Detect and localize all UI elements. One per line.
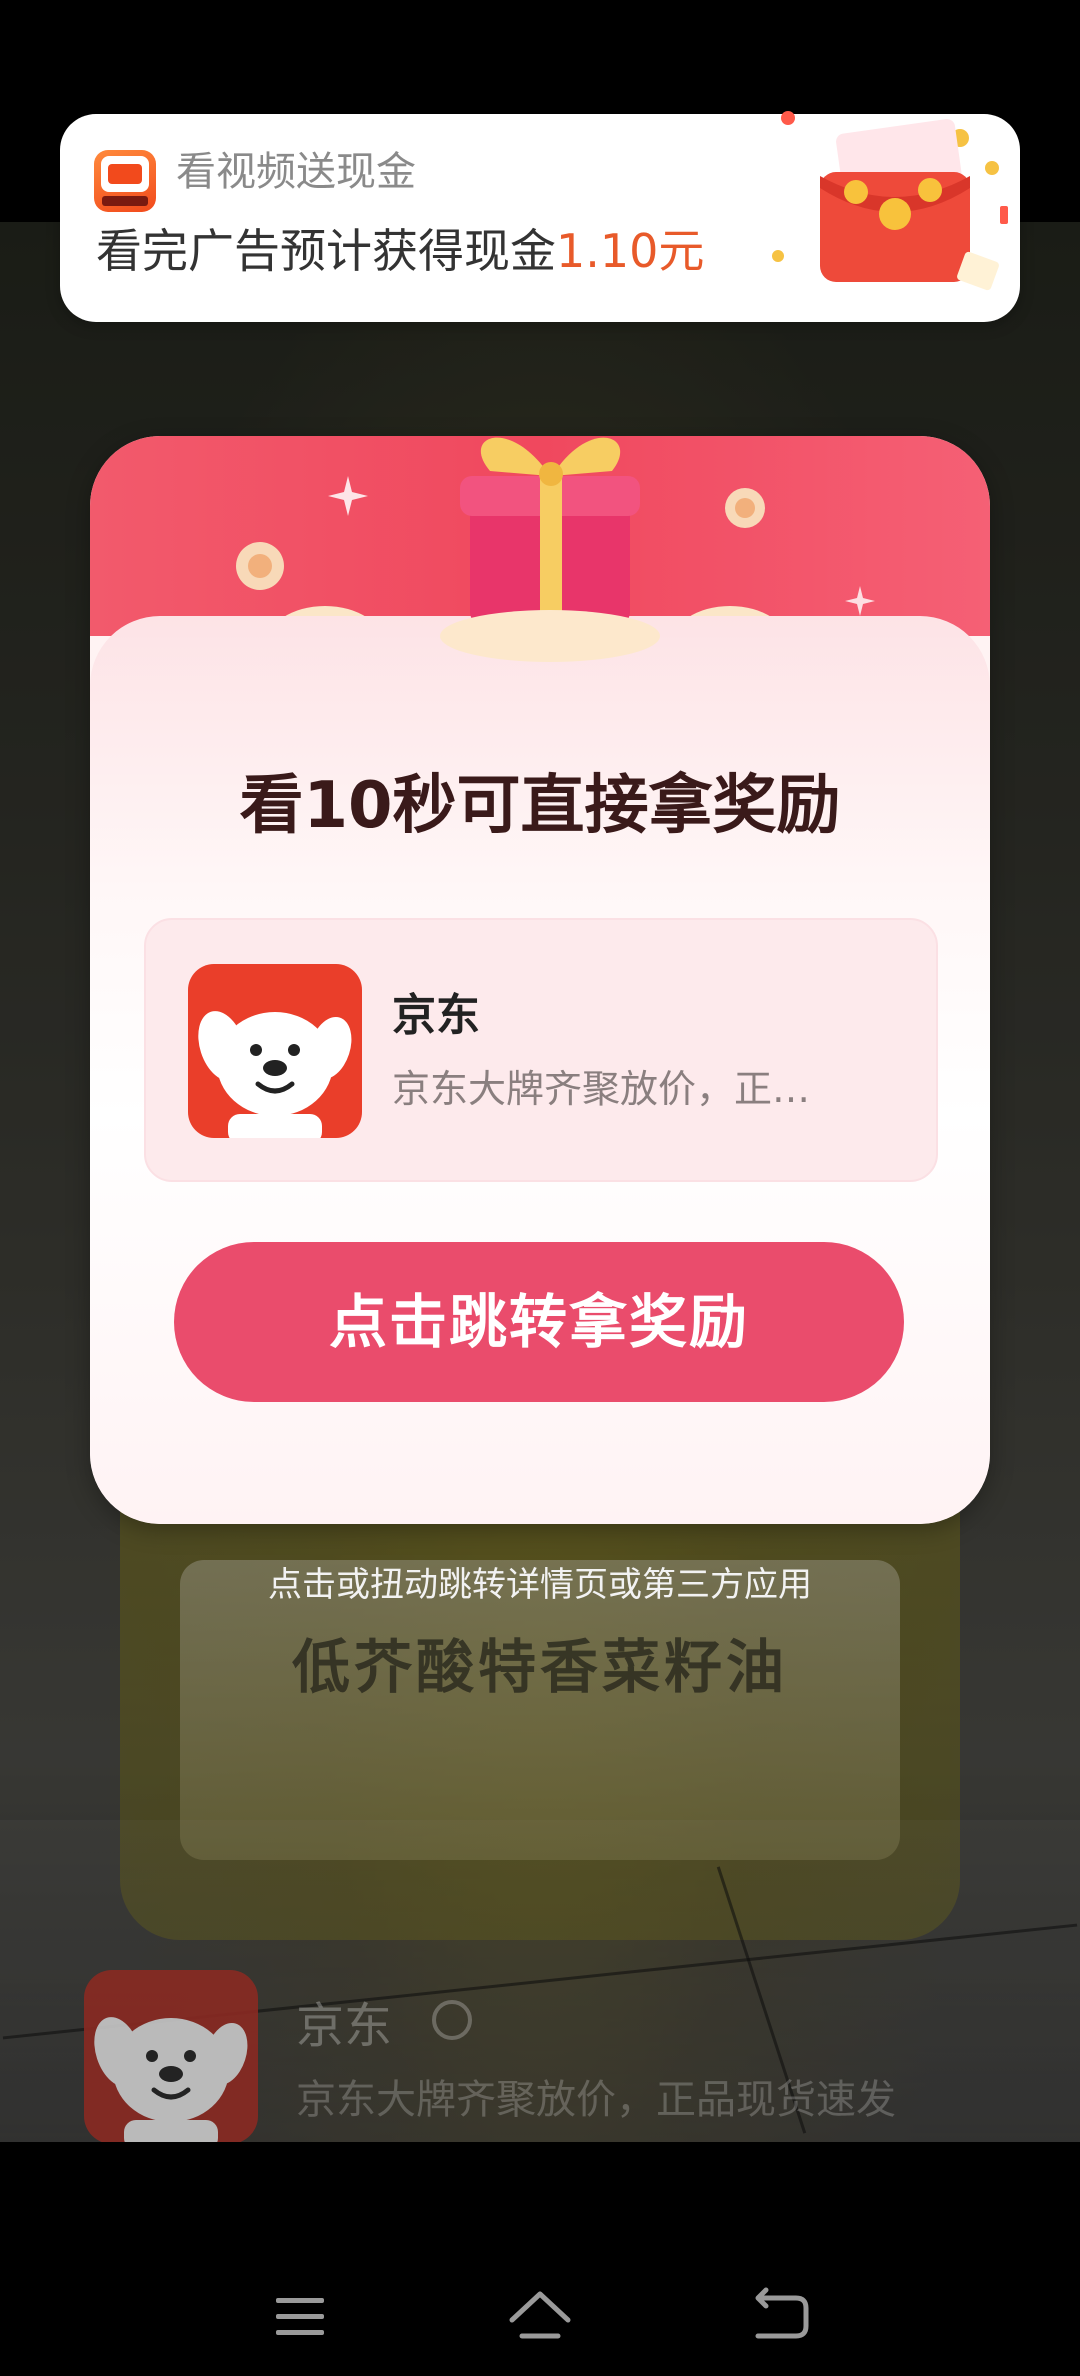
gift-bow-knot [539, 462, 563, 486]
reward-modal: 看10秒可直接拿奖励 京东 京东大牌齐聚放价，正… 点击跳转拿奖励 [90, 436, 990, 1524]
jd-dog-eye-left [146, 2050, 158, 2062]
modal-title: 看10秒可直接拿奖励 [239, 769, 841, 843]
back-icon[interactable] [740, 2282, 820, 2352]
manju-app-icon-strip [102, 196, 148, 206]
cash-reward-banner[interactable]: 看视频送现金 看完广告预计获得现金1.10元 [60, 111, 1020, 322]
gift-cloud [440, 610, 660, 662]
advertiser-name: 京东 [296, 1998, 393, 2054]
jd-dog-body [228, 1114, 322, 1138]
screen: 低芥酸特香菜籽油 看视频送现金 看完广告预计获得现金1.10元 看10秒可直接拿… [0, 0, 1080, 2376]
system-nav-bar [0, 2142, 1080, 2376]
banner-app-name: 看视频送现金 [176, 149, 416, 195]
banner-message-prefix: 看完广告预计获得现金 [96, 224, 556, 278]
jd-dog-nose [159, 2066, 183, 2082]
red-packet-seal [879, 198, 911, 230]
sparkle [328, 476, 368, 516]
ad-app-description: 京东大牌齐聚放价，正… [392, 1067, 811, 1111]
banner-message: 看完广告预计获得现金1.10元 [96, 224, 704, 279]
jd-dog-body [124, 2120, 218, 2144]
advertiser-jd-icon [84, 1970, 258, 2144]
ad-app-name: 京东 [392, 990, 480, 1041]
jd-dog-eye-right [184, 2050, 196, 2062]
advertiser-jd-glyph [94, 2017, 248, 2144]
manju-app-icon-mark [108, 164, 142, 184]
banner-amount: 1.10元 [556, 224, 705, 278]
jd-dog-eye-right [288, 1044, 300, 1056]
ad-app-card[interactable]: 京东 京东大牌齐聚放价，正… [144, 918, 938, 1182]
coin [985, 161, 999, 175]
menu-icon[interactable] [260, 2282, 340, 2352]
jd-dog-eye-left [250, 1044, 262, 1056]
sparkle [845, 586, 875, 616]
advertiser-bar[interactable]: 京东 京东大牌齐聚放价，正品现货速发 [0, 1940, 1080, 2144]
jd-dog-glyph [198, 1011, 352, 1138]
shake-jump-hint: 点击或扭动跳转详情页或第三方应用 [268, 1565, 812, 1605]
jd-dog-icon [188, 964, 362, 1138]
manju-app-icon [94, 150, 156, 212]
coin [772, 250, 784, 262]
verified-icon [432, 2000, 472, 2040]
advertiser-description: 京东大牌齐聚放价，正品现货速发 [296, 2077, 896, 2123]
gift-box-icon [440, 437, 660, 662]
home-icon[interactable] [500, 2282, 580, 2352]
confetti [781, 111, 795, 125]
gift-ribbon-vertical [540, 476, 562, 626]
jump-get-reward-button[interactable]: 点击跳转拿奖励 [174, 1242, 904, 1402]
coin [844, 180, 868, 204]
jd-dog-nose [263, 1060, 287, 1076]
red-packet-icon [772, 111, 1008, 291]
confetti [1000, 206, 1008, 224]
coin-center [248, 554, 272, 578]
coin-center [735, 498, 755, 518]
coin [918, 178, 942, 202]
